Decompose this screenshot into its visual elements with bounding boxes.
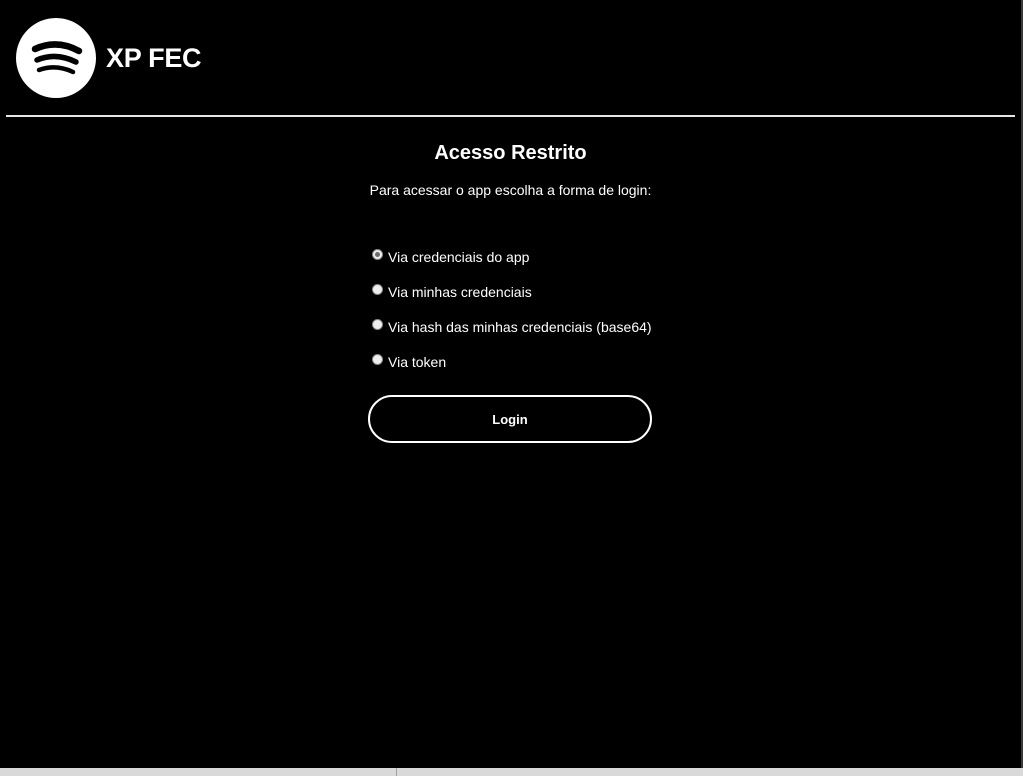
- login-button[interactable]: Login: [368, 395, 652, 443]
- login-option-my-credentials[interactable]: Via minhas credenciais: [372, 274, 652, 309]
- header-divider: [6, 115, 1015, 117]
- option-label: Via minhas credenciais: [388, 283, 532, 300]
- app-title: XP FEC: [106, 43, 202, 73]
- login-option-app-credentials[interactable]: Via credenciais do app: [372, 239, 652, 274]
- radio-token[interactable]: [372, 353, 383, 365]
- radio-my-credentials[interactable]: [372, 283, 383, 295]
- scrollbar-divider: [396, 768, 397, 776]
- spotify-logo-svg: [31, 41, 83, 75]
- spotify-logo-icon: [16, 18, 96, 98]
- header: XP FEC: [0, 0, 1023, 117]
- page: XP FEC Acesso Restrito Para acessar o ap…: [0, 0, 1023, 776]
- login-method-group: Via credenciais do app Via minhas creden…: [372, 239, 652, 379]
- page-title: Acesso Restrito: [434, 142, 587, 164]
- login-option-credentials-hash[interactable]: Via hash das minhas credenciais (base64): [372, 309, 652, 344]
- login-option-token[interactable]: Via token: [372, 344, 652, 379]
- radio-credentials-hash[interactable]: [372, 318, 383, 330]
- option-label: Via credenciais do app: [388, 248, 530, 265]
- option-label: Via hash das minhas credenciais (base64): [388, 318, 652, 335]
- radio-app-credentials[interactable]: [372, 248, 383, 260]
- login-instructions: Para acessar o app escolha a forma de lo…: [369, 182, 652, 198]
- bottom-scrollbar[interactable]: [0, 768, 1023, 776]
- option-label: Via token: [388, 353, 447, 370]
